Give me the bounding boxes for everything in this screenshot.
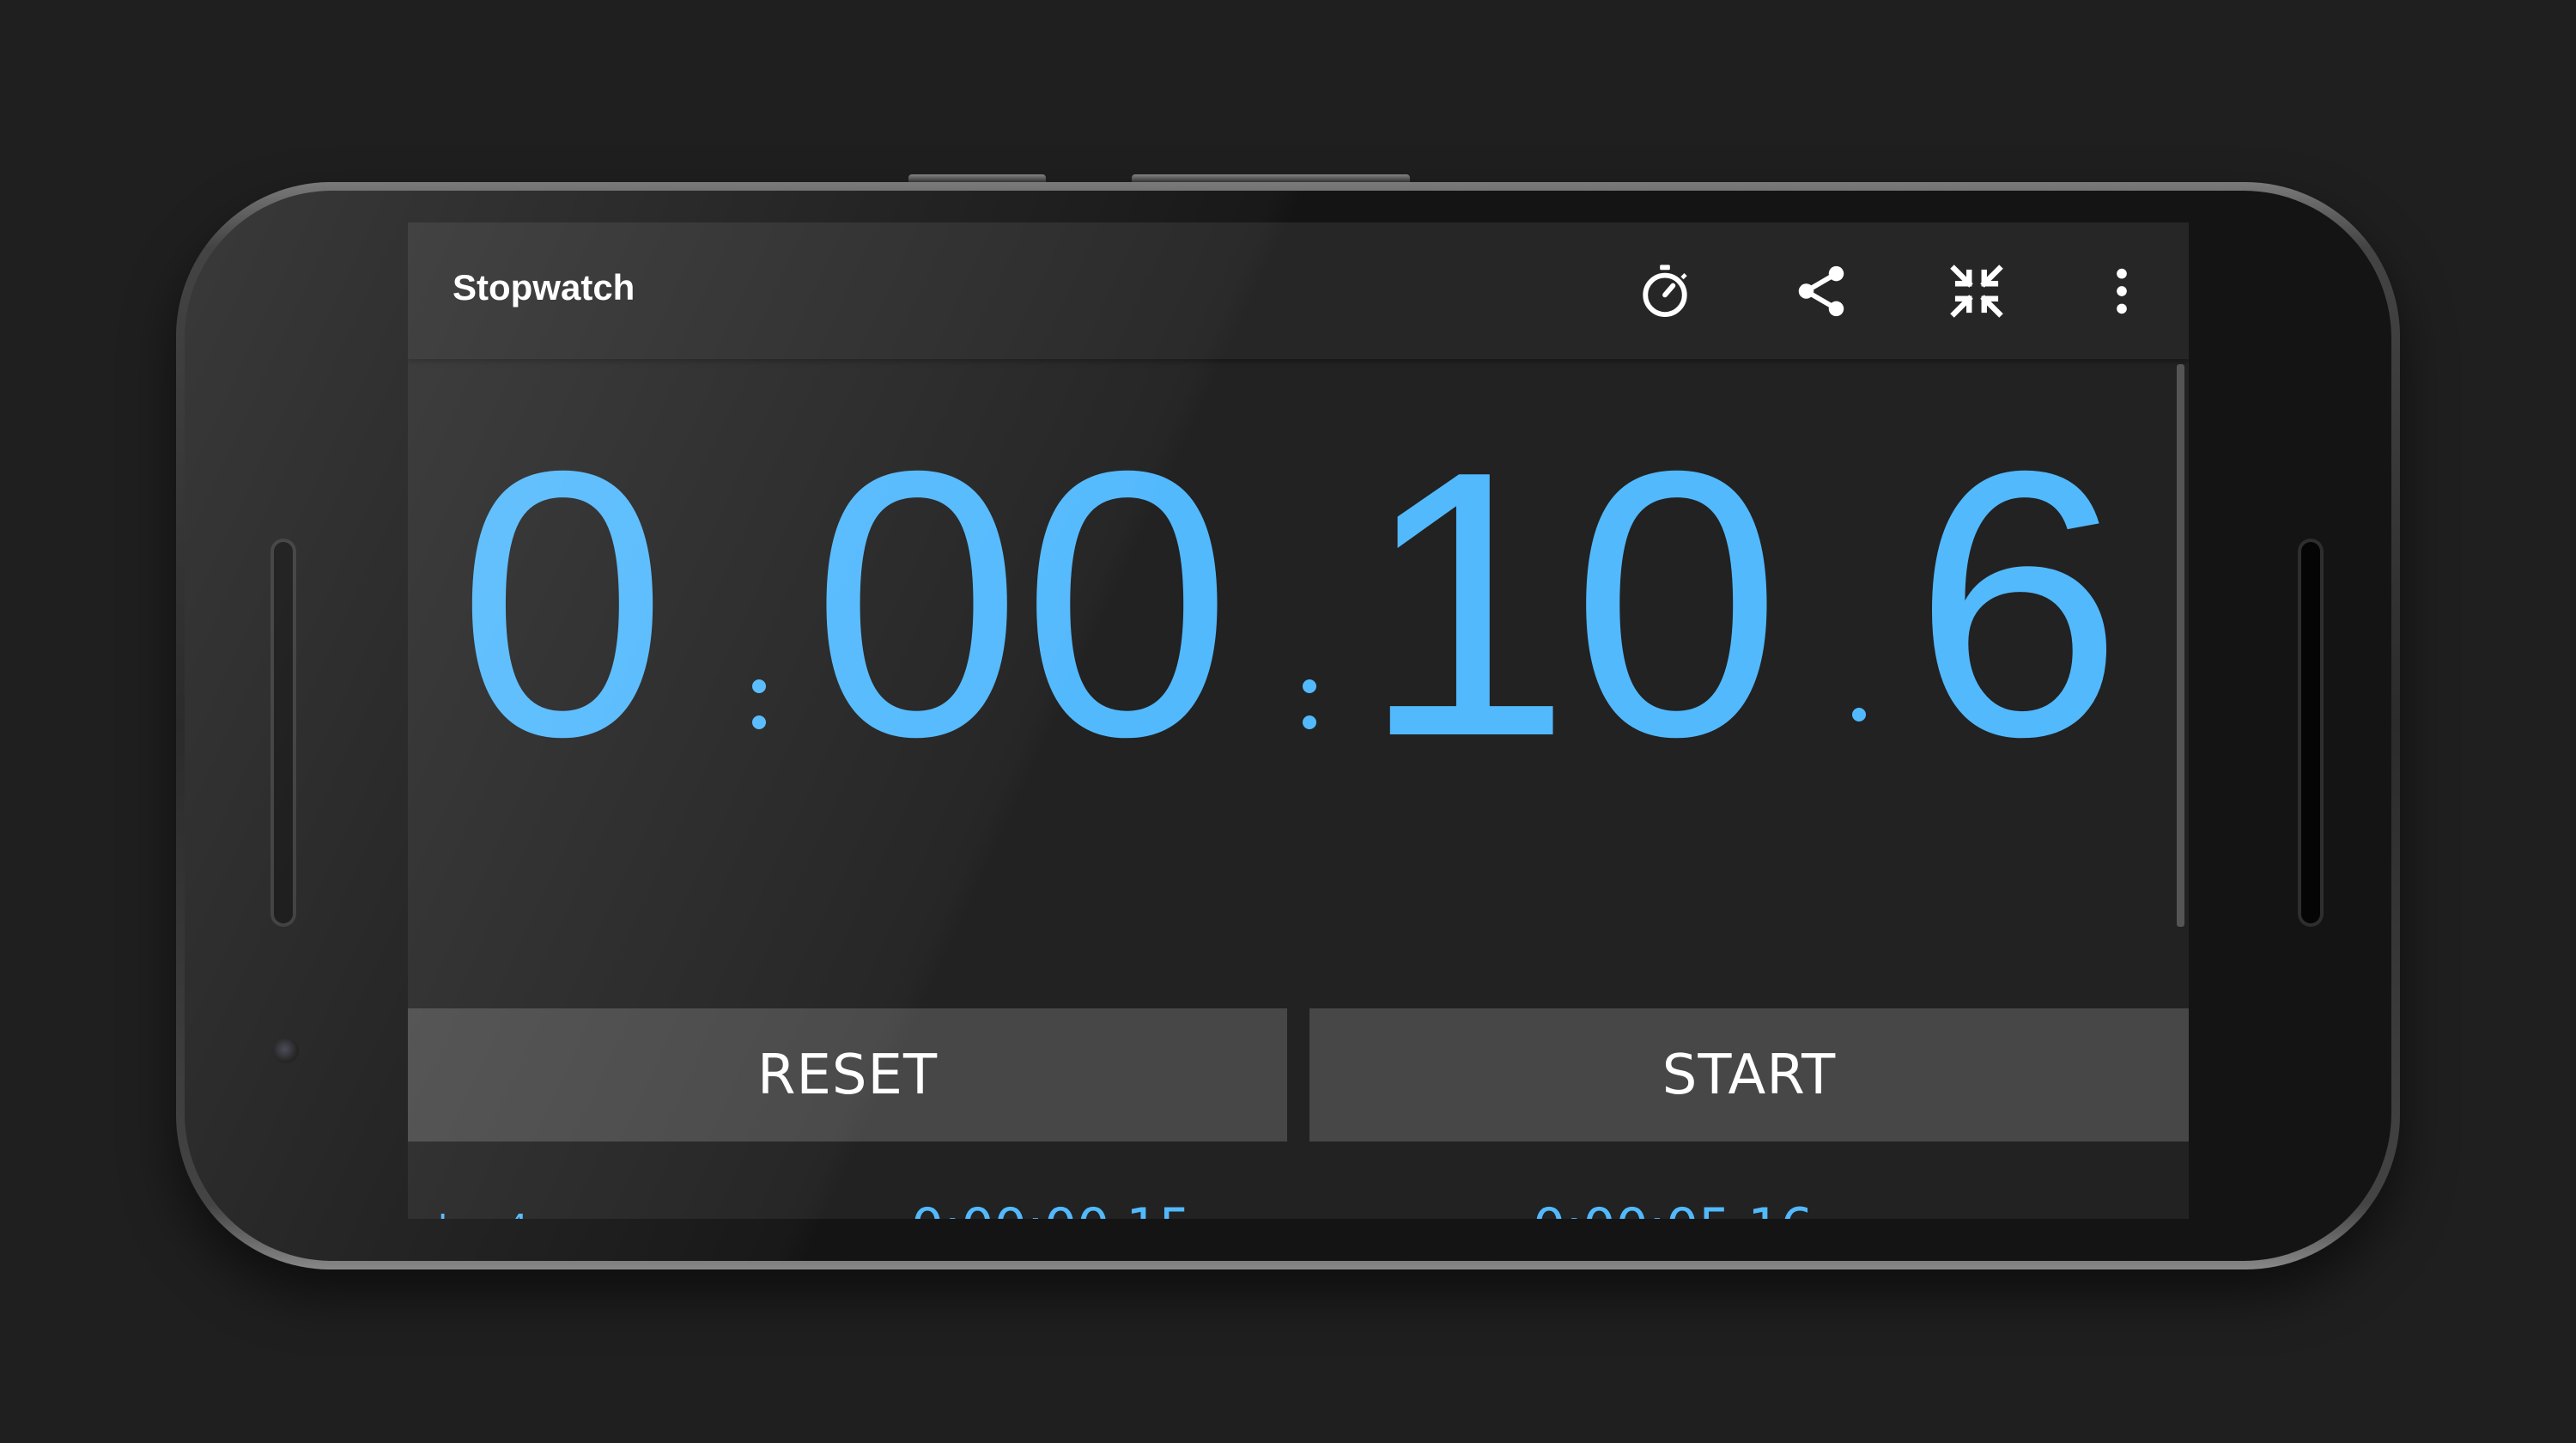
more-vert-icon-svg: [2117, 268, 2127, 314]
power-button: [908, 174, 1046, 182]
lap-row: Lap 4 0:00:00.15 0:00:05.16: [408, 1197, 2189, 1219]
colon-dot: [752, 679, 766, 693]
phone-frame: Stopwatch 0 00 10 6 RESET START: [176, 182, 2400, 1269]
decimal-separator: [1852, 708, 1866, 722]
tenths-digit: 6: [1912, 393, 2123, 815]
time-display: 0 00 10 6: [408, 364, 2189, 980]
colon-separator: [1303, 679, 1316, 729]
colon-dot: [1303, 679, 1316, 693]
stopwatch-icon[interactable]: [1632, 259, 1698, 324]
start-button[interactable]: START: [1309, 1008, 2189, 1142]
right-speaker-grille: [2298, 539, 2324, 927]
hours-digit: 0: [457, 393, 668, 815]
lap-time: 0:00:00.15: [911, 1197, 1192, 1219]
colon-dot: [1303, 715, 1316, 729]
stopwatch-icon-svg: [1643, 265, 1687, 318]
lap-label: Lap 4: [438, 1208, 528, 1219]
minutes-digits: 00: [811, 393, 1232, 815]
lap-total-time: 0:00:05.16: [1533, 1197, 1814, 1219]
left-speaker-grille: [270, 539, 296, 927]
colon-dot: [752, 715, 766, 729]
more-vert-icon[interactable]: [2089, 259, 2154, 324]
app-screen: Stopwatch 0 00 10 6 RESET START: [408, 222, 2189, 1219]
front-camera: [273, 1038, 299, 1063]
phone-bezel: Stopwatch 0 00 10 6 RESET START: [185, 191, 2391, 1261]
decimal-dot: [1852, 708, 1866, 722]
reset-button[interactable]: RESET: [408, 1008, 1287, 1142]
volume-button: [1132, 174, 1410, 182]
stage: Stopwatch 0 00 10 6 RESET START: [0, 0, 2576, 1443]
collapse-icon-svg: [1950, 265, 2003, 318]
colon-separator: [752, 679, 766, 729]
scrollbar[interactable]: [2177, 364, 2184, 927]
share-icon-svg: [1798, 265, 1844, 317]
collapse-icon[interactable]: [1944, 259, 2009, 324]
seconds-digits: 10: [1361, 393, 1782, 815]
app-toolbar: Stopwatch: [408, 222, 2189, 359]
app-title: Stopwatch: [453, 267, 635, 307]
share-icon[interactable]: [1789, 259, 1854, 324]
